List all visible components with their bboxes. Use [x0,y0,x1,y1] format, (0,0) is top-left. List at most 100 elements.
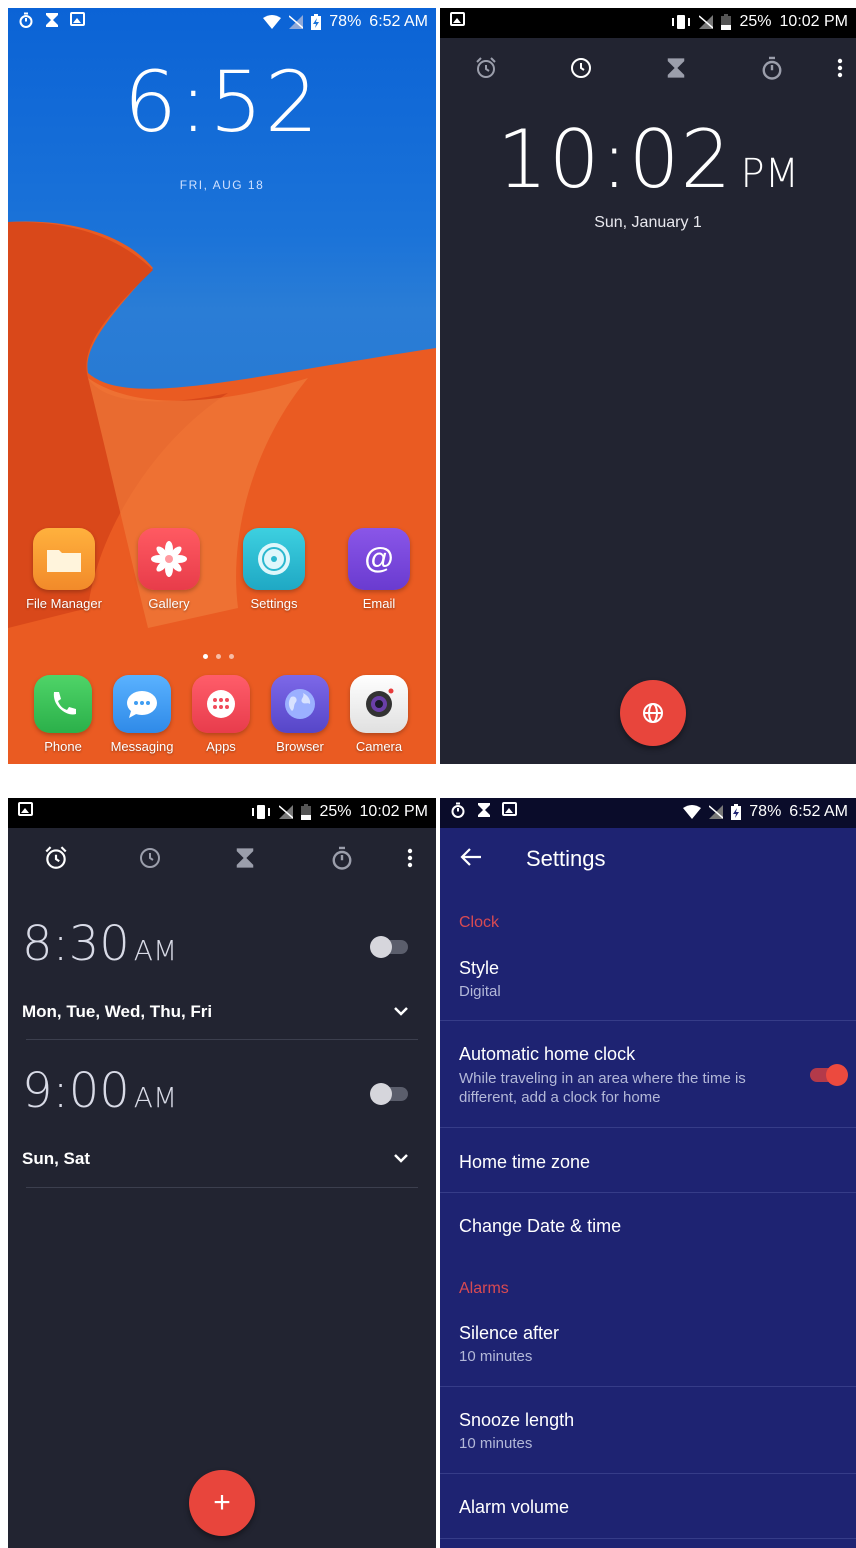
overflow-menu-icon[interactable] [820,48,856,88]
alarm-time[interactable]: 9:00 AM [22,1063,422,1119]
home-clock-time[interactable]: 6:52 [8,53,436,151]
app-file-manager[interactable]: File Manager [19,528,109,611]
camera-icon [350,675,408,733]
alarm-item[interactable]: 9:00 AM Sun, Sat [22,1063,422,1183]
setting-alarm-volume[interactable]: Alarm volume [459,1497,856,1518]
chevron-down-icon[interactable] [394,1006,408,1016]
folder-icon [33,528,95,590]
settings-ring-icon [243,528,305,590]
stopwatch-icon [762,56,782,80]
battery-charging-icon [311,14,322,30]
setting-automatic-home-clock[interactable]: Automatic home clock While traveling in … [459,1044,796,1107]
app-phone[interactable]: Phone [18,675,108,754]
vibrate-icon [672,15,691,29]
app-label: Phone [44,739,82,754]
tab-timer[interactable] [656,48,696,88]
phone-icon [34,675,92,733]
divider [26,1187,418,1188]
alarm-days: Sun, Sat [22,1149,91,1168]
app-label: File Manager [26,596,102,611]
setting-change-date-time[interactable]: Change Date & time [459,1216,856,1237]
chevron-down-icon[interactable] [394,1153,408,1163]
tab-alarm[interactable] [466,48,506,88]
app-label: Camera [355,739,403,754]
app-messaging[interactable]: Messaging [97,675,187,754]
battery-percent: 25% [319,803,352,820]
tab-clock[interactable] [561,48,601,88]
setting-home-time-zone[interactable]: Home time zone [459,1152,856,1173]
hourglass-icon [236,848,254,868]
no-sim-icon [709,805,724,819]
tab-alarm[interactable] [36,838,76,878]
app-label: Email [362,596,396,611]
alarm-days: Mon, Tue, Wed, Thu, Fri [22,1002,213,1021]
alarm-toggle[interactable] [370,1083,408,1105]
clock-ampm: PM [740,151,800,197]
hourglass-icon [46,13,58,27]
app-label: Messaging [110,739,174,754]
stopwatch-icon [451,802,465,818]
setting-silence-after[interactable]: Silence after 10 minutes [459,1323,856,1365]
no-sim-icon [289,15,304,29]
battery-percent: 78% [749,803,782,820]
tab-stopwatch[interactable] [752,48,792,88]
tab-clock[interactable] [130,838,170,878]
setting-title: Change Date & time [459,1216,622,1236]
app-apps[interactable]: Apps [176,675,266,754]
alarm-item[interactable]: 8:30 AM Mon, Tue, Wed, Thu, Fri [22,916,422,1036]
no-sim-icon [699,15,714,29]
status-time: 10:02 PM [779,13,848,30]
setting-description: While traveling in an area where the tim… [459,1070,746,1106]
alarm-time-value: 8:30 [22,916,130,972]
world-clock-button[interactable] [620,680,686,746]
settings-screen: 78% 6:52 AM Settings Clock Style Digital… [440,798,856,1548]
tab-timer[interactable] [225,838,265,878]
divider [440,1473,856,1474]
alarm-time-value: 9:00 [22,1063,130,1119]
stopwatch-icon [332,846,352,870]
chat-bubble-icon [113,675,171,733]
app-bar: Settings [440,828,856,890]
divider [440,1386,856,1387]
automatic-home-clock-toggle[interactable] [810,1064,848,1086]
alarm-time[interactable]: 8:30 AM [22,916,422,972]
app-camera[interactable]: Camera [334,675,424,754]
image-icon [70,12,85,26]
digital-clock: 10:02 PM [440,113,856,206]
battery-icon [721,14,732,30]
clock-icon [140,848,160,868]
setting-snooze-length[interactable]: Snooze length 10 minutes [459,1410,856,1452]
globe-icon [271,675,329,733]
app-gallery[interactable]: Gallery [124,528,214,611]
tab-stopwatch[interactable] [322,838,362,878]
setting-style[interactable]: Style Digital [459,958,856,1000]
globe-icon [643,703,663,723]
no-sim-icon [279,805,294,819]
setting-title: Snooze length [459,1410,575,1430]
alarm-ampm: AM [133,1081,178,1114]
alarm-clock-icon [45,846,67,869]
page-title: Settings [526,846,606,871]
app-email[interactable]: @ Email [334,528,424,611]
hourglass-icon [478,803,490,817]
alarm-toggle[interactable] [370,936,408,958]
stopwatch-icon [19,12,33,28]
clock-tab-bar [440,48,856,88]
setting-title: Style [459,958,500,978]
status-time: 6:52 AM [369,13,428,30]
add-alarm-button[interactable]: + [189,1470,255,1536]
overflow-menu-icon[interactable] [390,838,430,878]
clock-tab-bar [8,838,436,878]
app-browser[interactable]: Browser [255,675,345,754]
app-settings[interactable]: Settings [229,528,319,611]
status-time: 10:02 PM [359,803,428,820]
clock-date: Sun, January 1 [594,214,702,231]
page-indicator [203,654,234,659]
app-label: Settings [250,596,298,611]
plus-icon: + [213,1486,231,1519]
app-label: Gallery [148,596,190,611]
home-screen: 78% 6:52 AM 6:52 FRI, AUG 18 File Manage… [8,8,436,764]
back-arrow-icon[interactable] [460,848,482,866]
setting-title: Alarm volume [459,1497,570,1517]
clock-screen: 25% 10:02 PM 10:02 PM Sun, January 1 [440,8,856,764]
